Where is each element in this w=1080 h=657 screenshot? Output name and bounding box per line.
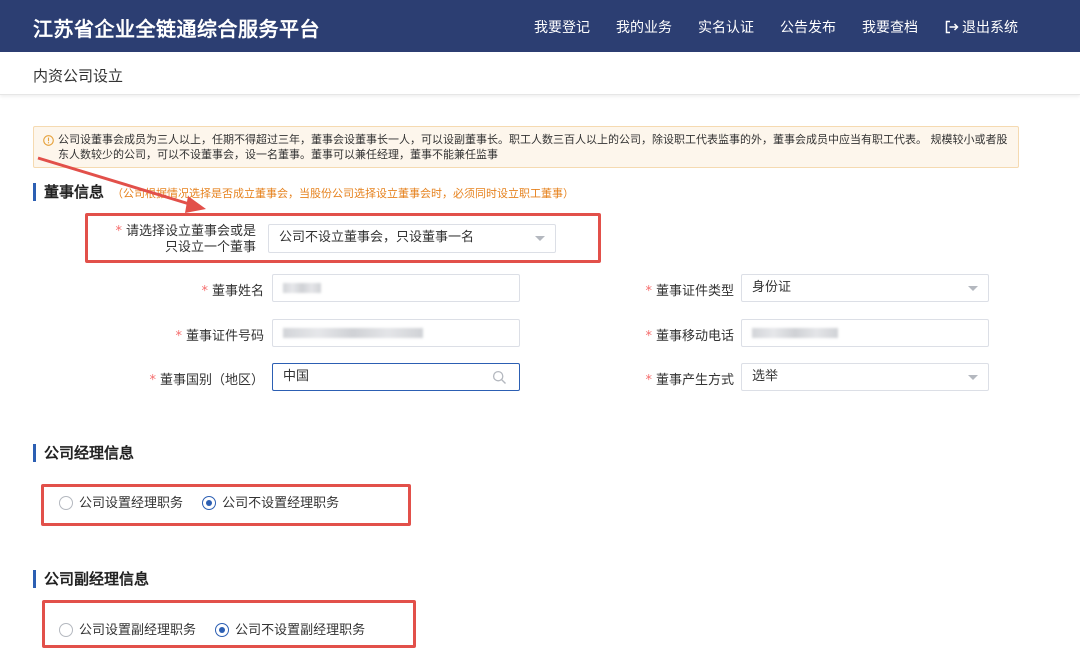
notice-box: 公司设董事会成员为三人以上，任期不得超过三年，董事会设董事长一人，可以设副董事长… [33, 126, 1019, 168]
top-nav: 我要登记 我的业务 实名认证 公告发布 我要查档 退出系统 [0, 0, 1080, 52]
section-manager: 公司经理信息 [33, 444, 134, 462]
highlight-board-choice [85, 213, 601, 263]
director-nationality-value: 中国 [283, 369, 310, 384]
chevron-down-icon [968, 375, 978, 380]
section-director-hint: （公司根据情况选择是否成立董事会，当股份公司选择设立董事会时，必须同时设立职工董… [112, 187, 575, 200]
section-manager-title: 公司经理信息 [44, 444, 135, 462]
director-id-type-value: 身份证 [752, 280, 792, 295]
nav-real-name[interactable]: 实名认证 [698, 17, 754, 37]
director-nationality-label: * 董事国别（地区） [149, 373, 264, 388]
section-director-title: 董事信息 [44, 183, 105, 201]
page-title: 内资公司设立 [33, 67, 124, 85]
director-method-value: 选举 [752, 369, 779, 384]
nav-announcement[interactable]: 公告发布 [780, 17, 836, 37]
director-nationality-input[interactable]: 中国 [272, 363, 520, 391]
director-id-type-select[interactable]: 身份证 [741, 274, 989, 302]
logout-label: 退出系统 [962, 20, 1018, 36]
section-director: 董事信息 （公司根据情况选择是否成立董事会，当股份公司选择设立董事会时，必须同时设… [33, 183, 574, 201]
logout-button[interactable]: 退出系统 [945, 17, 1018, 37]
nav-my-business[interactable]: 我的业务 [616, 17, 672, 37]
warning-icon [43, 135, 54, 146]
director-method-label: * 董事产生方式 [645, 373, 734, 388]
director-mobile-input[interactable] [741, 319, 989, 347]
director-id-type-label: * 董事证件类型 [645, 284, 734, 299]
section-deputy: 公司副经理信息 [33, 570, 149, 588]
logout-icon [945, 20, 959, 34]
director-method-select[interactable]: 选举 [741, 363, 989, 391]
search-icon[interactable] [492, 370, 507, 385]
director-id-no-input[interactable] [272, 319, 520, 347]
top-header: 江苏省企业全链通综合服务平台 我要登记 我的业务 实名认证 公告发布 我要查档 … [0, 0, 1080, 52]
section-deputy-title: 公司副经理信息 [44, 570, 150, 588]
director-id-no-label: * 董事证件号码 [175, 329, 264, 344]
masked-value [283, 327, 423, 338]
nav-register[interactable]: 我要登记 [534, 17, 590, 37]
highlight-manager [41, 484, 411, 526]
highlight-deputy [42, 600, 416, 648]
masked-value [752, 327, 838, 338]
director-name-label: * 董事姓名 [201, 284, 264, 299]
masked-value [283, 282, 321, 293]
director-mobile-label: * 董事移动电话 [645, 329, 734, 344]
chevron-down-icon [968, 286, 978, 291]
nav-archive[interactable]: 我要查档 [862, 17, 918, 37]
page-title-bar: 内资公司设立 [0, 52, 1080, 95]
notice-text: 公司设董事会成员为三人以上，任期不得超过三年，董事会设董事长一人，可以设副董事长… [58, 133, 1008, 161]
director-name-input[interactable] [272, 274, 520, 302]
